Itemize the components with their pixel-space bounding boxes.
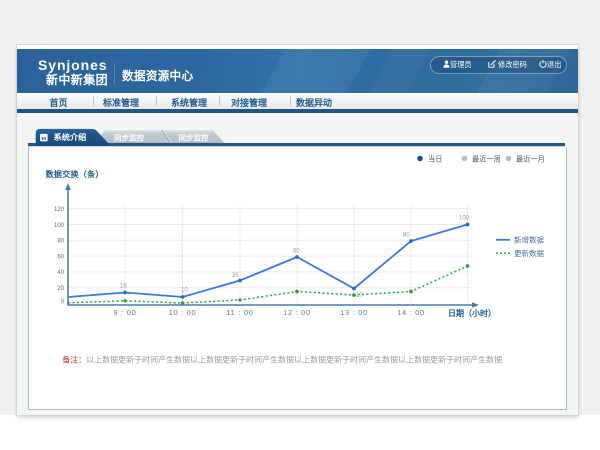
svg-text:35: 35 <box>232 273 239 279</box>
svg-text:10: 10 <box>181 287 188 293</box>
svg-text:11 : 00: 11 : 00 <box>226 308 253 317</box>
svg-text:40: 40 <box>57 270 64 276</box>
svg-text:系统介绍: 系统介绍 <box>54 132 87 142</box>
svg-text:新增数据: 新增数据 <box>514 234 544 244</box>
svg-text:18: 18 <box>120 283 127 289</box>
svg-text:更新数据: 更新数据 <box>514 248 544 258</box>
svg-text:同步监控: 同步监控 <box>114 132 144 142</box>
svg-text:10 : 00: 10 : 00 <box>169 308 197 317</box>
svg-text:80: 80 <box>403 232 410 238</box>
svg-text:12 : 00: 12 : 00 <box>283 308 311 317</box>
svg-text:9 : 00: 9 : 00 <box>114 308 137 317</box>
svg-text:60: 60 <box>293 248 300 254</box>
svg-text:同步监控: 同步监控 <box>179 132 209 142</box>
svg-text:100: 100 <box>54 222 65 228</box>
svg-text:100: 100 <box>459 215 470 221</box>
svg-text:数据交换（条）: 数据交换（条） <box>46 169 104 179</box>
svg-text:13 : 00: 13 : 00 <box>340 308 368 317</box>
svg-text:当日: 当日 <box>428 154 442 163</box>
svg-text:80: 80 <box>57 238 64 244</box>
svg-text:10: 10 <box>356 292 363 298</box>
svg-text:120: 120 <box>54 207 65 213</box>
svg-text:20: 20 <box>57 286 64 292</box>
svg-text:60: 60 <box>57 254 64 260</box>
svg-text:日期（小时）: 日期（小时） <box>448 308 496 318</box>
svg-text:备注：以上数据更新于时间产生数据以上数据更新于时间产生数据以: 备注：以上数据更新于时间产生数据以上数据更新于时间产生数据以上数据更新于时间产生… <box>62 354 502 364</box>
svg-text:0: 0 <box>61 299 65 305</box>
svg-text:14 : 00: 14 : 00 <box>397 308 425 317</box>
svg-text:最近一周: 最近一周 <box>472 154 501 163</box>
svg-text:最近一月: 最近一月 <box>516 154 545 163</box>
